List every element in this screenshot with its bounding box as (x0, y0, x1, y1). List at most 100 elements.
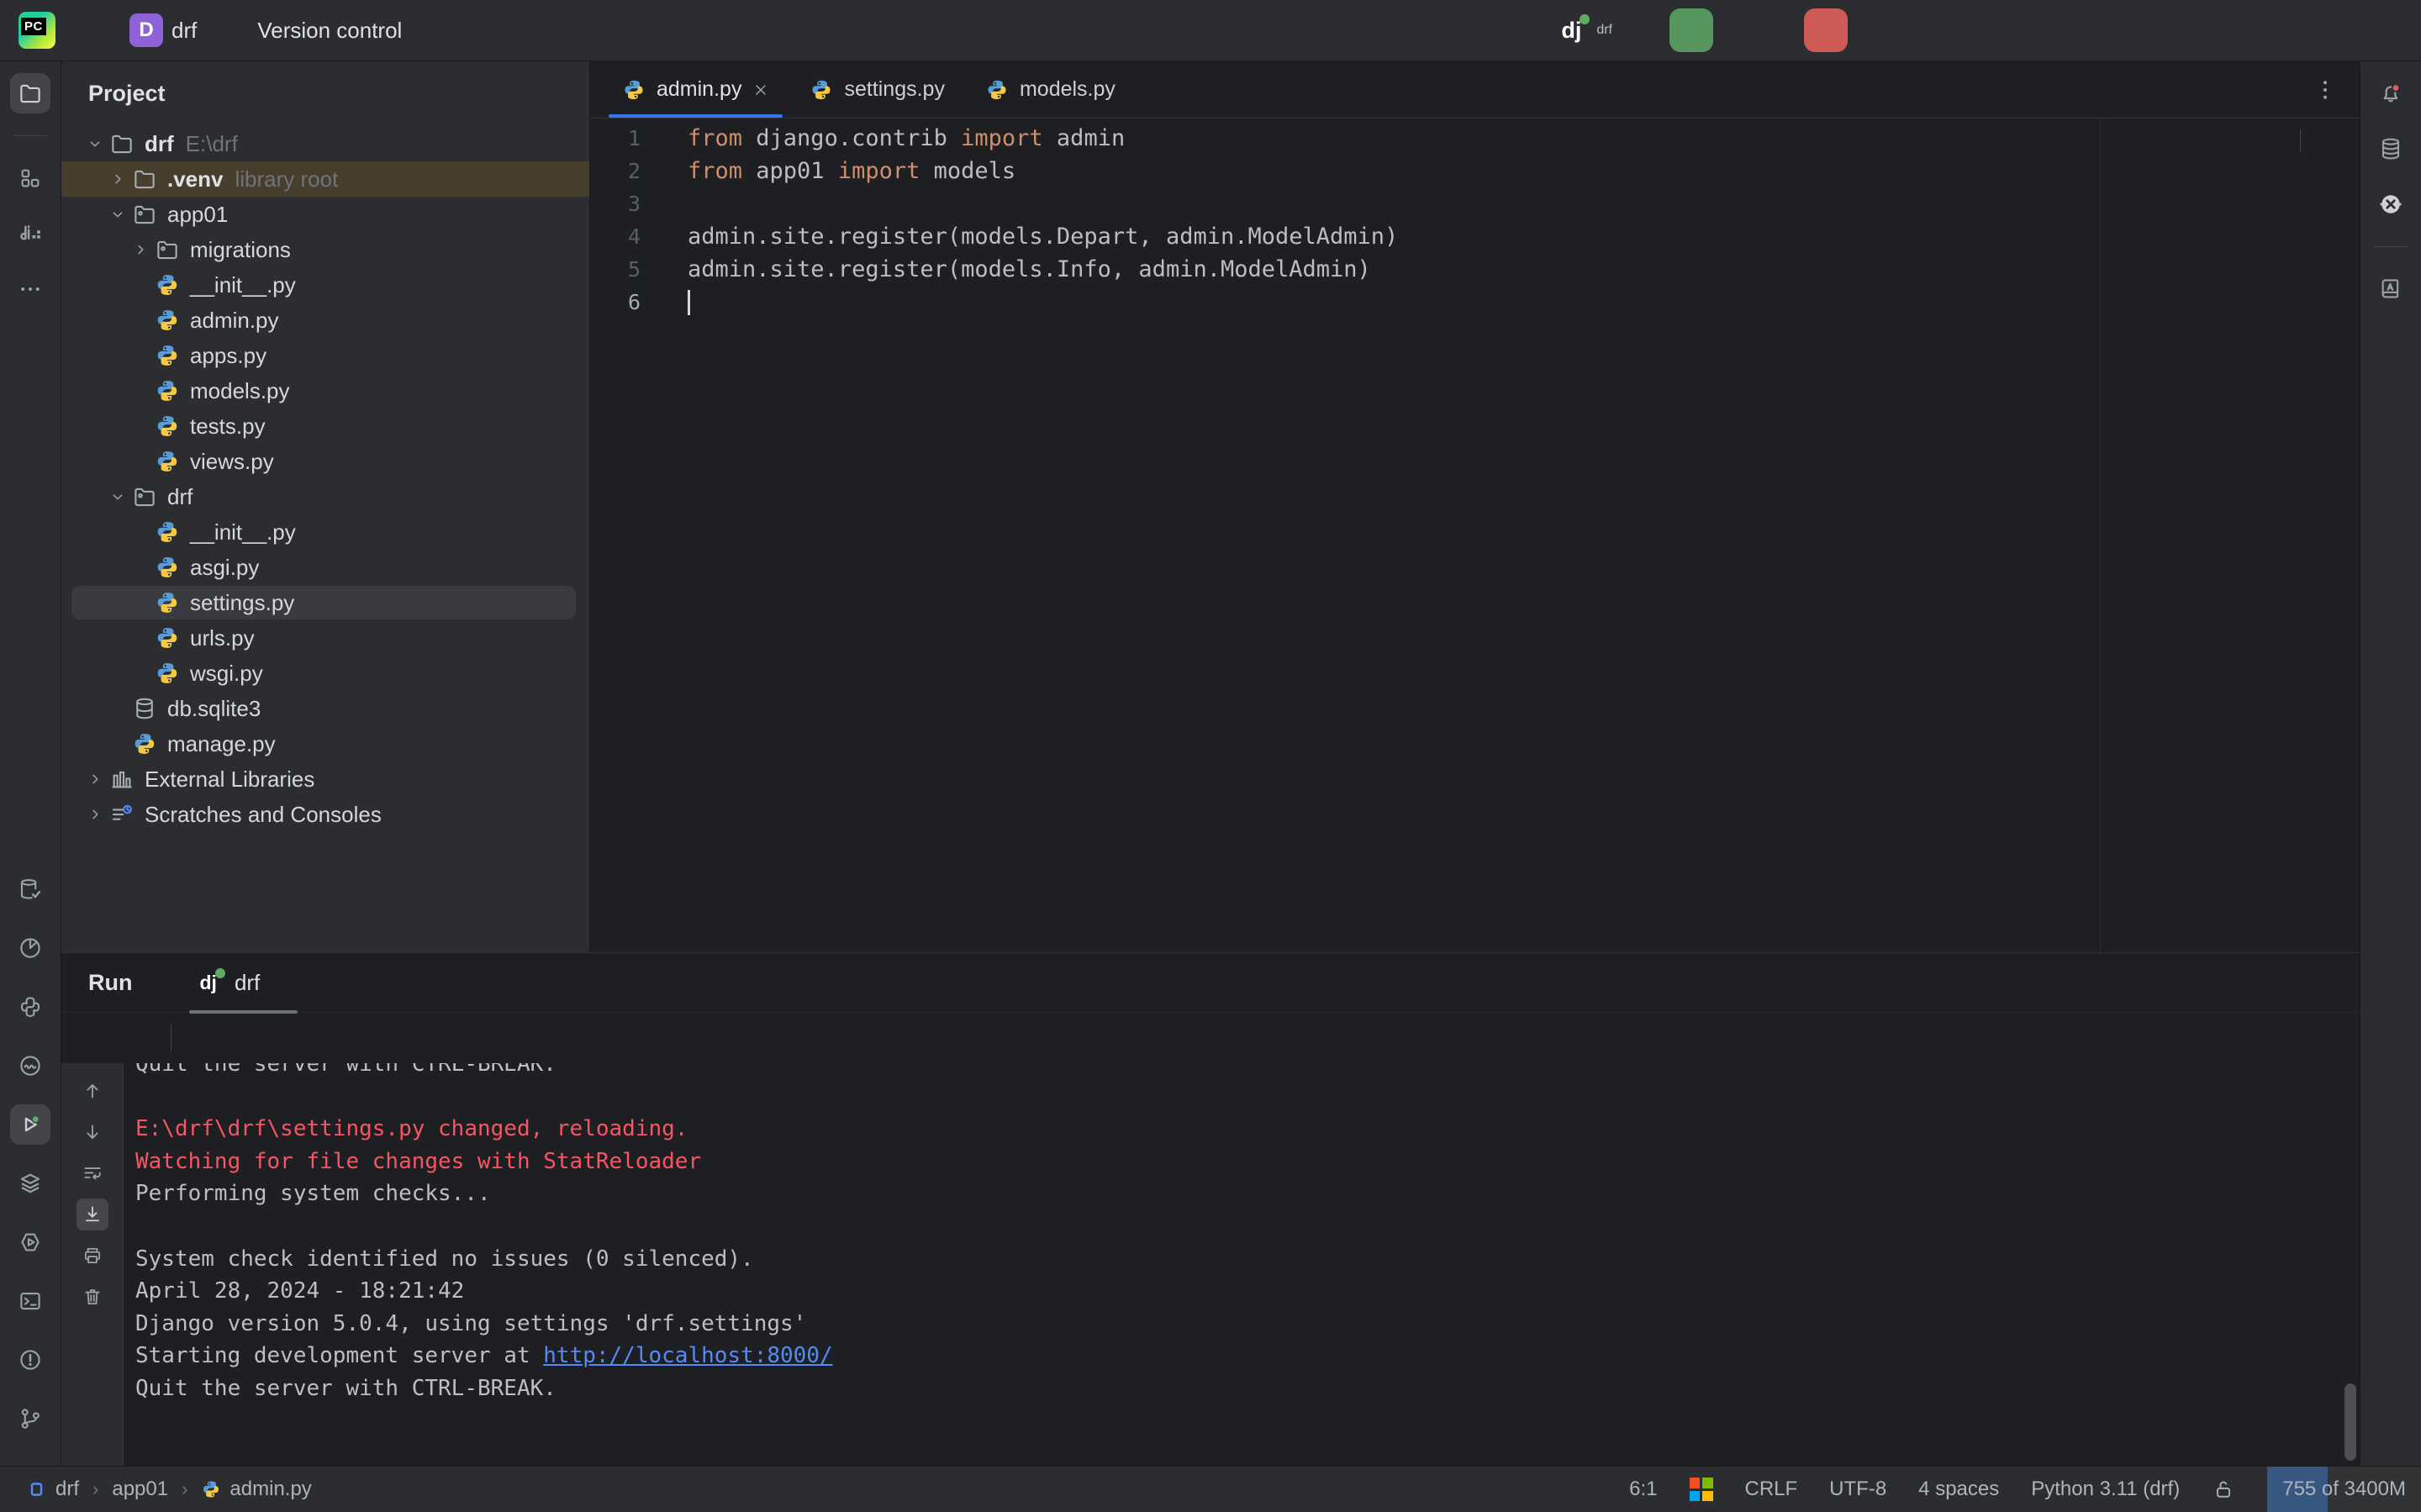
status-readonly-toggle[interactable] (2212, 1467, 2235, 1512)
tool-button-endpoints[interactable] (10, 1222, 50, 1262)
project-widget[interactable]: D drf (123, 8, 230, 52)
tool-button-version-control[interactable] (10, 1399, 50, 1439)
close-icon[interactable] (271, 974, 287, 991)
tree-item-apps-py[interactable]: apps.py (61, 338, 589, 373)
tree-item-asgi-py[interactable]: asgi.py (61, 550, 589, 585)
tree-item--init-py[interactable]: __init__.py (61, 514, 589, 550)
tool-button-database-tool[interactable] (2371, 129, 2411, 169)
settings-gear-icon[interactable] (2137, 16, 2165, 45)
tool-button-database[interactable] (10, 869, 50, 909)
more-options-icon[interactable] (190, 1025, 217, 1051)
tool-button-terminal[interactable] (10, 1281, 50, 1321)
run-tab-drf[interactable]: dj drf (186, 953, 301, 1012)
chevron-down-icon[interactable] (105, 197, 130, 232)
tree-item-app01[interactable]: app01 (61, 197, 589, 232)
highlighting-level-icon[interactable] (2260, 129, 2283, 152)
console-scrollbar[interactable] (2345, 1383, 2356, 1461)
debug-button[interactable] (1743, 15, 1774, 45)
close-icon[interactable] (752, 82, 769, 98)
tool-button-services[interactable] (10, 1163, 50, 1204)
tool-button-more-tool-windows[interactable] (10, 269, 50, 309)
editor-tab-settings-py[interactable]: settings.py (789, 61, 965, 118)
console-output[interactable]: Quit the server with CTRL-BREAK. E:\drf\… (124, 1063, 2360, 1466)
scroll-to-end-button[interactable] (76, 1199, 108, 1230)
problems-icon (18, 1347, 43, 1372)
editor-tab-admin-py[interactable]: admin.py (602, 61, 789, 118)
status-memory-indicator[interactable]: 755 of 3400M (2267, 1467, 2421, 1512)
tree-item-label: tests.py (190, 414, 266, 440)
chevron-right-icon[interactable] (82, 797, 108, 832)
tree-item-scratches-and-consoles[interactable]: Scratches and Consoles (61, 797, 589, 832)
tool-button-python-console[interactable] (10, 1046, 50, 1086)
minimize-button[interactable] (2219, 18, 2244, 43)
stop-button[interactable] (1804, 8, 1848, 52)
breadcrumb-item-app01[interactable]: app01 (112, 1478, 168, 1501)
breadcrumb-item-drf[interactable]: drf (27, 1478, 79, 1501)
tree-item-models-py[interactable]: models.py (61, 373, 589, 408)
tree-item-views-py[interactable]: views.py (61, 444, 589, 479)
tree-item-manage-py[interactable]: manage.py (61, 726, 589, 761)
chevron-down-icon (1621, 21, 1639, 40)
tool-button-run[interactable] (10, 1104, 50, 1145)
main-menu-icon[interactable] (76, 17, 103, 44)
breadcrumb-item-admin-py[interactable]: admin.py (201, 1478, 311, 1501)
status-interpreter[interactable]: Python 3.11 (drf) (2031, 1467, 2180, 1512)
status-encoding[interactable]: UTF-8 (1829, 1467, 1886, 1512)
soft-wrap-button[interactable] (76, 1157, 108, 1189)
tool-button-notifications[interactable] (2371, 73, 2411, 113)
vcs-widget[interactable]: Version control (251, 13, 435, 49)
translate-icon[interactable] (2019, 16, 2048, 45)
chevron-right-icon[interactable] (105, 161, 130, 197)
tree-item-wsgi-py[interactable]: wsgi.py (61, 656, 589, 691)
status-indent[interactable]: 4 spaces (1918, 1467, 1999, 1512)
up-stacktrace-button[interactable] (76, 1075, 108, 1107)
rerun-icon[interactable] (80, 1025, 107, 1051)
tool-button-profiler[interactable] (10, 928, 50, 968)
tool-button-dictionary[interactable] (2371, 269, 2411, 309)
tool-button-project-folder[interactable] (10, 73, 50, 113)
print-button[interactable] (76, 1240, 108, 1272)
tool-button-django-structure[interactable] (10, 213, 50, 254)
tree-item-drf[interactable]: drf (61, 479, 589, 514)
more-actions-icon[interactable] (1878, 16, 1907, 45)
tree-item-migrations[interactable]: migrations (61, 232, 589, 267)
chevron-right-icon[interactable] (128, 232, 153, 267)
tool-button-python-packages[interactable] (10, 987, 50, 1027)
inspection-widget[interactable] (2260, 129, 2341, 152)
status-line-separator[interactable]: CRLF (1745, 1467, 1798, 1512)
code-text (688, 289, 690, 316)
editor-tab-models-py[interactable]: models.py (965, 61, 1136, 118)
tree-item-tests-py[interactable]: tests.py (61, 408, 589, 444)
down-stacktrace-button[interactable] (76, 1116, 108, 1148)
project-panel-header[interactable]: Project (61, 61, 589, 126)
status-caret-position[interactable]: 6:1 (1629, 1467, 1657, 1512)
tool-button-problems[interactable] (10, 1340, 50, 1380)
tree-item-external-libraries[interactable]: External Libraries (61, 761, 589, 797)
code-with-me-icon[interactable] (1960, 16, 1989, 45)
run-config-widget[interactable]: dj drf (1561, 18, 1639, 44)
chevron-right-icon[interactable] (82, 761, 108, 797)
tree-item-admin-py[interactable]: admin.py (61, 303, 589, 338)
clear-all-button[interactable] (76, 1281, 108, 1313)
tree-item-urls-py[interactable]: urls.py (61, 620, 589, 656)
stop-icon[interactable] (125, 1025, 152, 1051)
tabs-more-icon[interactable] (2313, 77, 2338, 103)
code-editor[interactable]: 1from django.contrib import admin2from a… (590, 119, 2360, 952)
search-everywhere-icon[interactable] (2078, 16, 2107, 45)
restore-button[interactable] (2298, 18, 2323, 43)
tree-item-settings-py[interactable]: settings.py (61, 585, 589, 620)
chevron-down-icon[interactable] (82, 126, 108, 161)
tree-item-db-sqlite3[interactable]: db.sqlite3 (61, 691, 589, 726)
close-button[interactable] (2377, 18, 2403, 43)
tree-item--init-py[interactable]: __init__.py (61, 267, 589, 303)
console-line (135, 1081, 2360, 1114)
tool-button-x-plugin[interactable] (2371, 184, 2411, 224)
tool-button-structure[interactable] (10, 158, 50, 198)
server-url-link[interactable]: http://localhost:8000/ (543, 1343, 832, 1368)
tree-item--venv[interactable]: .venvlibrary root (61, 161, 589, 197)
rerun-button[interactable] (1669, 8, 1713, 52)
chevron-down-icon[interactable] (105, 479, 130, 514)
tree-item-drf[interactable]: drfE:\drf (61, 126, 589, 161)
status-ime-indicator[interactable] (1690, 1467, 1713, 1512)
no-problems-icon[interactable] (2318, 129, 2341, 152)
